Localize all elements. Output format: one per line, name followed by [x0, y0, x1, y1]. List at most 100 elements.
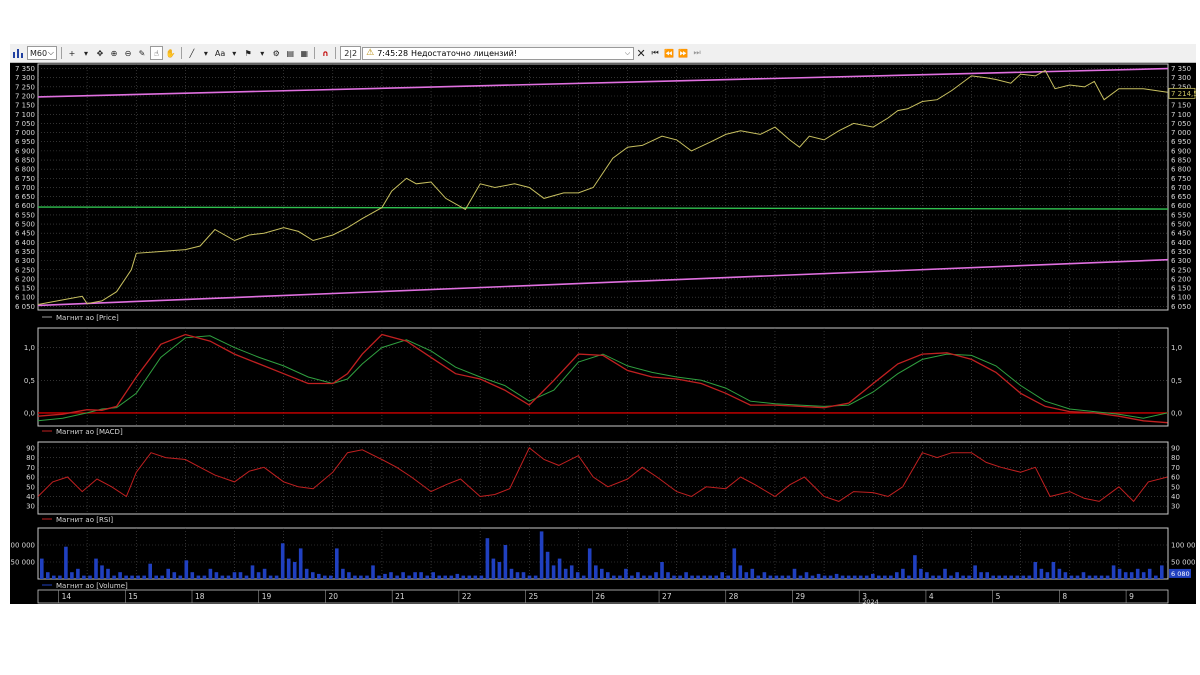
cursor-value-field[interactable]: 2|2 [340, 46, 362, 60]
volume-panel[interactable]: 100 000 100 000 50 000 50 000 6 080 Магнит ао… [10, 527, 1196, 590]
volume-bar [515, 572, 520, 579]
add-icon[interactable]: + [66, 46, 78, 60]
macd-panel[interactable]: 1,0 1,0 0,5 0,5 0,0 0,0 Магнит ао [MACD] [24, 327, 1182, 436]
y-tick-label-left: 6 400 [15, 239, 35, 247]
volume-bar [877, 575, 881, 579]
y-tick-label-left: 6 750 [15, 175, 35, 183]
volume-bar [335, 548, 339, 579]
volume-bar [606, 572, 610, 579]
volume-bar [94, 558, 98, 579]
volume-bar [1135, 568, 1140, 579]
volume-bar [1045, 572, 1050, 579]
volume-bar [943, 568, 947, 579]
indicator-icon[interactable]: ⚙ [270, 46, 282, 60]
time-tick-label: 21 [395, 592, 405, 601]
volume-bar [70, 572, 74, 579]
dropdown-arrow-icon[interactable]: ▾ [80, 46, 92, 60]
volume-bar [1021, 575, 1026, 579]
y-tick-label-right: 0,5 [1171, 377, 1182, 385]
close-icon[interactable]: ✕ [635, 46, 647, 60]
y-tick-label-left: 7 350 [15, 65, 35, 73]
zoom-out-icon[interactable]: ⊖ [122, 46, 134, 60]
volume-bar [1069, 575, 1074, 579]
zoom-in-icon[interactable]: ⊕ [108, 46, 120, 60]
volume-bar [557, 558, 562, 579]
ruler-icon[interactable]: ✎ [136, 46, 148, 60]
volume-bar [654, 572, 658, 579]
y-tick-label-left: 50 [26, 483, 35, 491]
volume-bar [925, 572, 929, 579]
text-tool-icon[interactable]: Aa [214, 46, 226, 60]
y-tick-label-right: 6 900 [1171, 147, 1191, 155]
time-tick-label: 5 [996, 592, 1001, 601]
volume-bar [100, 565, 104, 579]
volume-bar [594, 565, 598, 579]
dropdown-arrow-icon[interactable]: ▾ [256, 46, 268, 60]
last-page-icon[interactable]: ⏭ [691, 46, 703, 60]
volume-bar [461, 575, 466, 579]
dropdown-arrow-icon[interactable]: ▾ [200, 46, 212, 60]
y-tick-label-left: 6 150 [15, 285, 35, 293]
y-tick-label-right: 6 550 [1171, 211, 1191, 219]
status-message-box[interactable]: ⚠ 7:45:28 Недостаточно лицензий! ⌵ [362, 46, 635, 60]
y-tick-label-left: 6 050 [15, 303, 35, 311]
move-icon[interactable]: ✥ [94, 46, 106, 60]
volume-bar [858, 575, 863, 579]
chart-area[interactable]: 7 3507 3507 3007 3007 2507 2507 2007 200… [10, 62, 1196, 604]
time-axis: 14 15 18 19 20 21 22 25 26 27 28 29 3 4 5 8 92024 [37, 589, 1169, 604]
y-tick-label-left: 7 150 [15, 102, 35, 110]
volume-bar [720, 572, 724, 579]
volume-bar [497, 562, 502, 579]
interval-select[interactable]: M60 ⌵ [27, 46, 57, 60]
y-tick-label-right: 7 100 [1171, 111, 1191, 119]
volume-bar [642, 575, 646, 579]
y-tick-label-right: 6 150 [1171, 285, 1191, 293]
dropdown-arrow-icon[interactable]: ▾ [228, 46, 240, 60]
volume-bar [58, 575, 62, 579]
volume-bar [804, 572, 809, 579]
forward-icon[interactable]: ⏩ [677, 46, 689, 60]
volume-bar [64, 546, 68, 579]
volume-bar [852, 575, 857, 579]
first-page-icon[interactable]: ⏮ [649, 46, 661, 60]
hand-select-icon[interactable]: ☝ [150, 46, 163, 60]
rsi-panel[interactable]: 9090808070706060505040403030Магнит ао [R… [26, 441, 1180, 524]
volume-bar [660, 562, 664, 579]
volume-bar [383, 573, 387, 579]
volume-bar [678, 575, 682, 579]
template-icon[interactable]: ▤ [284, 46, 296, 60]
price-panel[interactable]: 7 3507 3507 3007 3007 2507 2507 2007 200… [15, 63, 1196, 322]
volume-bar [395, 575, 399, 579]
volume-bar [666, 572, 670, 579]
y-tick-label-right: 6 200 [1171, 275, 1191, 283]
volume-bar [341, 568, 345, 579]
volume-bar [846, 575, 851, 579]
line-tool-icon[interactable]: ╱ [186, 46, 198, 60]
volume-bar [539, 531, 544, 579]
hand-pan-icon[interactable]: ✋ [165, 46, 177, 60]
volume-bar [545, 551, 550, 579]
y-tick-label-left: 7 100 [15, 111, 35, 119]
volume-bar [365, 575, 369, 579]
volume-bar [148, 563, 152, 579]
legend-label: Магнит ао [MACD] [56, 428, 123, 436]
panel-frame [37, 63, 1169, 311]
volume-bar [684, 572, 688, 579]
volume-bar [359, 575, 363, 579]
rewind-icon[interactable]: ⏪ [663, 46, 675, 60]
y-tick-label-right: 7 150 [1171, 102, 1191, 110]
chart-type-icon[interactable] [11, 46, 25, 60]
volume-bar [612, 575, 616, 579]
volume-bar [401, 572, 405, 579]
volume-bar [485, 538, 490, 579]
y-tick-label-right: 6 400 [1171, 239, 1191, 247]
volume-bar [280, 543, 285, 579]
volume-bar [166, 568, 170, 579]
volume-bar [979, 572, 983, 579]
volume-bar [624, 568, 628, 579]
volume-bar [112, 575, 116, 579]
magnet-icon[interactable]: ∩ [319, 46, 331, 60]
layers-icon[interactable]: ▦ [298, 46, 310, 60]
flag-icon[interactable]: ⚑ [242, 46, 254, 60]
y-tick-label-left: 6 850 [15, 157, 35, 165]
